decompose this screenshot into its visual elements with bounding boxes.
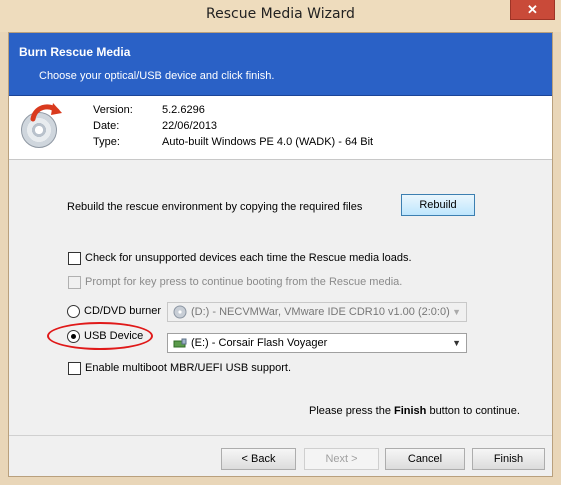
footer-separator (9, 435, 552, 436)
wizard-client-area: Burn Rescue Media Choose your optical/US… (8, 32, 553, 477)
continue-text-finish: Finish (394, 405, 427, 417)
chevron-down-icon: ▼ (452, 307, 461, 317)
usb-device-select[interactable]: (E:) - Corsair Flash Voyager ▼ (167, 333, 467, 353)
back-button[interactable]: < Back (221, 448, 296, 470)
usb-device-value: (E:) - Corsair Flash Voyager (191, 337, 328, 349)
continue-text-before: Please press the (309, 405, 394, 417)
prompt-keypress-label: Prompt for key press to continue booting… (85, 276, 403, 288)
check-unsupported-checkbox[interactable] (68, 252, 81, 265)
cd-dvd-device-value: (D:) - NECVMWar, VMware IDE CDR10 v1.00 … (191, 306, 450, 318)
version-label: Version: (93, 104, 133, 116)
continue-instruction: Please press the Finish button to contin… (309, 405, 520, 417)
title-bar: Rescue Media Wizard ✕ (0, 0, 561, 32)
cd-dvd-device-select[interactable]: (D:) - NECVMWar, VMware IDE CDR10 v1.00 … (167, 302, 467, 322)
usb-device-label: USB Device (84, 330, 144, 342)
type-label: Type: (93, 136, 120, 148)
continue-text-after: button to continue. (426, 405, 520, 417)
cd-dvd-radio[interactable] (67, 305, 80, 318)
refresh-arrow-icon (30, 103, 62, 122)
next-button[interactable]: Next > (304, 448, 379, 470)
date-label: Date: (93, 120, 120, 132)
window-frame: Rescue Media Wizard ✕ Burn Rescue Media … (0, 0, 561, 485)
rebuild-button[interactable]: Rebuild (401, 194, 475, 216)
date-value: 22/06/2013 (162, 120, 218, 132)
cd-dvd-label: CD/DVD burner (84, 305, 162, 317)
usb-device-radio[interactable] (67, 330, 80, 343)
chevron-down-icon: ▼ (452, 338, 461, 348)
banner-title: Burn Rescue Media (19, 45, 131, 59)
header-banner: Burn Rescue Media Choose your optical/US… (9, 33, 552, 96)
prompt-keypress-checkbox[interactable] (68, 276, 81, 289)
close-button[interactable]: ✕ (510, 0, 555, 20)
rebuild-description: Rebuild the rescue environment by copyin… (67, 201, 363, 213)
multiboot-checkbox[interactable] (68, 362, 81, 375)
check-unsupported-label: Check for unsupported devices each time … (85, 252, 412, 264)
multiboot-label: Enable multiboot MBR/UEFI USB support. (85, 362, 292, 374)
version-value: 5.2.6296 (162, 104, 205, 116)
usb-drive-icon (173, 338, 187, 348)
media-info-panel: Version: 5.2.6296 Date: 22/06/2013 Type:… (9, 96, 552, 160)
finish-button[interactable]: Finish (472, 448, 545, 470)
cd-drive-icon (173, 305, 187, 319)
banner-subtitle: Choose your optical/USB device and click… (39, 70, 275, 82)
window-title: Rescue Media Wizard (206, 6, 355, 22)
cancel-button[interactable]: Cancel (385, 448, 465, 470)
type-value: Auto-built Windows PE 4.0 (WADK) - 64 Bi… (162, 136, 374, 148)
